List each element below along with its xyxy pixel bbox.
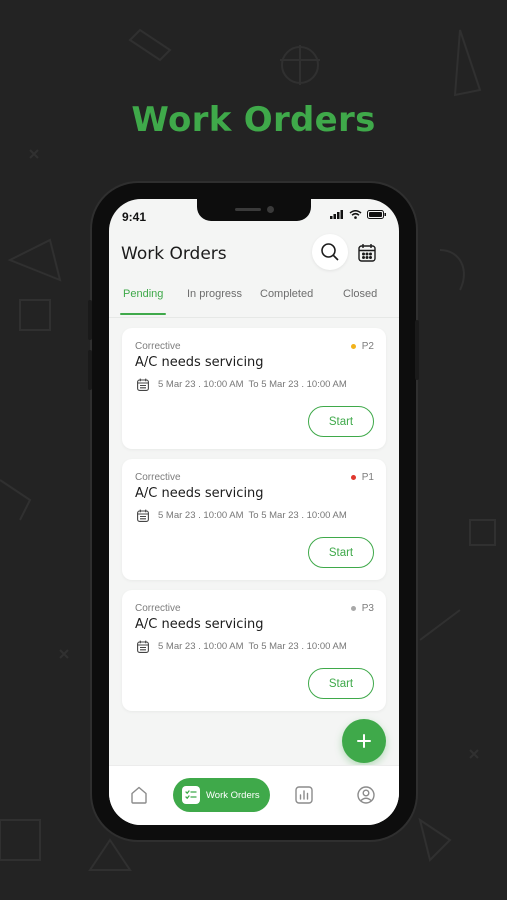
bottom-navigation: Work Orders (109, 765, 399, 825)
search-button[interactable] (312, 234, 348, 270)
tab-pending[interactable]: Pending (123, 288, 163, 300)
calendar-icon (137, 640, 149, 653)
end-date: To 5 Mar 23 . 10:00 AM (248, 641, 347, 652)
tab-closed[interactable]: Closed (343, 288, 377, 300)
add-work-order-button[interactable] (342, 719, 386, 763)
status-time: 9:41 (122, 210, 147, 224)
home-icon (131, 786, 147, 804)
work-order-type: Corrective (135, 341, 181, 352)
work-order-card[interactable]: Corrective P1 A/C needs servicing 5 Mar … (122, 459, 386, 580)
date-row: 5 Mar 23 . 10:00 AM To 5 Mar 23 . 10:00 … (137, 509, 347, 522)
priority-badge: P2 (350, 341, 374, 352)
status-tabs: Pending In progress Completed Closed (109, 288, 399, 318)
tab-completed[interactable]: Completed (260, 288, 313, 300)
start-button[interactable]: Start (308, 668, 374, 699)
plus-icon (357, 734, 371, 748)
search-icon (321, 243, 339, 261)
work-order-card[interactable]: Corrective P2 A/C needs servicing 5 Mar … (122, 328, 386, 449)
priority-badge: P1 (350, 472, 374, 483)
priority-dot (350, 344, 356, 349)
priority-dot (350, 475, 356, 480)
battery-icon (367, 210, 386, 219)
date-row: 5 Mar 23 . 10:00 AM To 5 Mar 23 . 10:00 … (137, 378, 347, 391)
status-icons (330, 210, 387, 219)
calendar-button[interactable] (354, 238, 380, 266)
analytics-icon (295, 786, 313, 804)
hero-title: Work Orders (131, 100, 376, 140)
active-tab-indicator (120, 313, 166, 315)
calendar-icon (358, 243, 376, 262)
start-date: 5 Mar 23 . 10:00 AM (158, 510, 244, 521)
start-date: 5 Mar 23 . 10:00 AM (158, 379, 244, 390)
nav-work-orders[interactable]: Work Orders (173, 778, 270, 812)
work-order-type: Corrective (135, 472, 181, 483)
start-button[interactable]: Start (308, 537, 374, 568)
notch (197, 199, 311, 221)
power-button (415, 320, 419, 380)
signal-icon (330, 210, 343, 219)
volume-down-button (88, 350, 92, 390)
nav-work-orders-label: Work Orders (206, 789, 260, 801)
nav-analytics[interactable] (291, 782, 317, 808)
date-row: 5 Mar 23 . 10:00 AM To 5 Mar 23 . 10:00 … (137, 640, 347, 653)
volume-up-button (88, 300, 92, 340)
priority-dot (350, 606, 356, 611)
priority-label: P3 (361, 603, 374, 614)
start-button[interactable]: Start (308, 406, 374, 437)
work-order-title: A/C needs servicing (135, 355, 264, 370)
nav-home[interactable] (126, 782, 152, 808)
nav-profile[interactable] (353, 782, 379, 808)
work-order-title: A/C needs servicing (135, 486, 264, 501)
calendar-icon (137, 509, 149, 522)
priority-badge: P3 (350, 603, 374, 614)
work-orders-icon (182, 786, 200, 804)
work-order-title: A/C needs servicing (135, 617, 264, 632)
end-date: To 5 Mar 23 . 10:00 AM (248, 379, 347, 390)
end-date: To 5 Mar 23 . 10:00 AM (248, 510, 347, 521)
priority-label: P1 (361, 472, 374, 483)
page-title: Work Orders (121, 244, 227, 264)
profile-icon (357, 786, 375, 804)
work-order-type: Corrective (135, 603, 181, 614)
work-order-card[interactable]: Corrective P3 A/C needs servicing 5 Mar … (122, 590, 386, 711)
wifi-icon (349, 210, 362, 219)
start-date: 5 Mar 23 . 10:00 AM (158, 641, 244, 652)
app-screen: 9:41 Work Orders Pending In progress Com… (109, 199, 399, 825)
calendar-icon (137, 378, 149, 391)
tab-in-progress[interactable]: In progress (187, 288, 242, 300)
priority-label: P2 (361, 341, 374, 352)
